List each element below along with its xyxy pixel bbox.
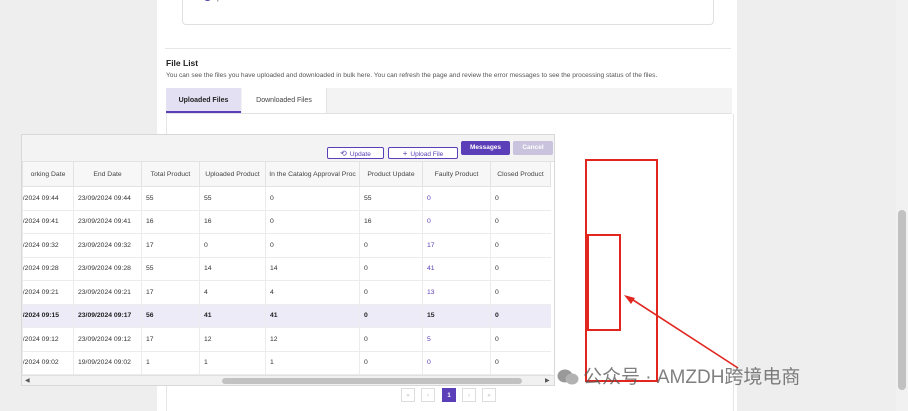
vertical-scroll-thumb[interactable] <box>898 210 906 390</box>
watermark: 公众号 · AMZDH跨境电商 <box>557 362 800 389</box>
page-vertical-scrollbar[interactable] <box>896 0 908 411</box>
watermark-text: 公众号 · AMZDH跨境电商 <box>583 367 801 388</box>
annotation-arrow-icon <box>624 295 739 369</box>
wechat-icon <box>557 369 579 385</box>
